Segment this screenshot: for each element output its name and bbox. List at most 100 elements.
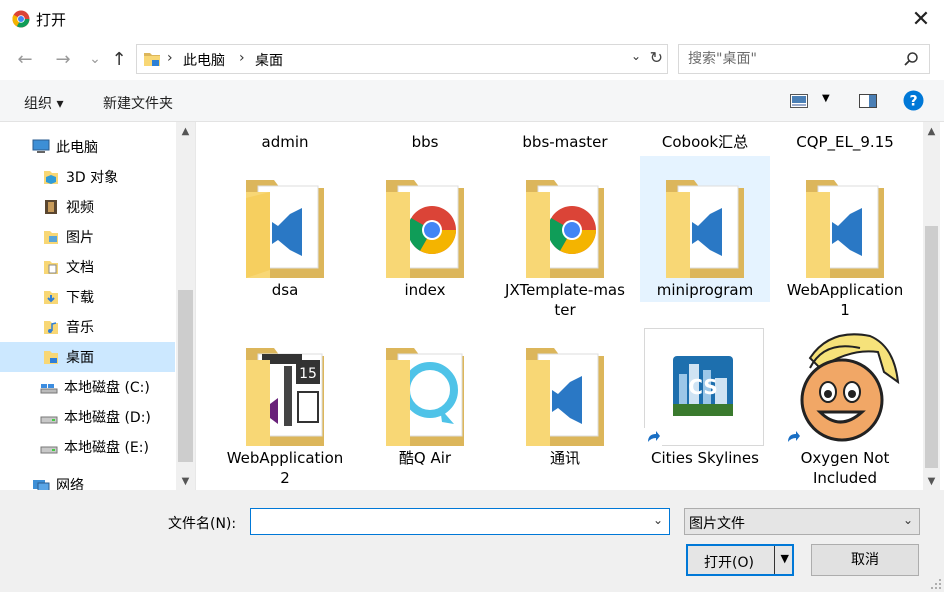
music-icon xyxy=(44,321,58,334)
sidebar-item-label: 此电脑 xyxy=(56,140,98,156)
scroll-up-icon[interactable]: ▲ xyxy=(176,122,195,140)
folder-chrome-icon xyxy=(386,180,464,278)
chevron-down-icon[interactable]: ⌄ xyxy=(653,513,663,527)
sidebar-item-label: 视频 xyxy=(66,200,94,216)
breadcrumb-separator[interactable]: › xyxy=(239,50,245,66)
sidebar-item-this-pc[interactable]: 此电脑 xyxy=(0,132,175,162)
file-list-scroll-thumb[interactable] xyxy=(925,226,938,468)
file-label: Cobook汇总 xyxy=(661,133,749,151)
filetype-value: 图片文件 xyxy=(689,516,745,532)
breadcrumb-desktop[interactable]: 桌面 xyxy=(255,50,283,70)
title-bar: 打开 ✕ xyxy=(0,0,944,38)
sidebar-item-music[interactable]: 音乐 xyxy=(0,312,175,342)
filename-combobox[interactable]: ⌄ xyxy=(250,508,670,535)
file-item[interactable]: Cobook汇总 xyxy=(640,122,770,152)
computer-icon xyxy=(32,139,50,153)
file-item[interactable]: CQP_EL_9.15 xyxy=(780,122,910,152)
view-dropdown-icon[interactable]: ▼ xyxy=(822,93,830,104)
sidebar-item-label: 本地磁盘 (E:) xyxy=(64,440,149,456)
sidebar-item-label: 图片 xyxy=(66,230,94,246)
sidebar-item-downloads[interactable]: 下载 xyxy=(0,282,175,312)
shortcut-arrow-icon xyxy=(644,428,662,446)
folder-tongxun[interactable]: 通讯 xyxy=(500,326,630,470)
file-label: index xyxy=(404,281,446,299)
preview-pane-icon[interactable] xyxy=(859,94,877,108)
sidebar-item-drive-d[interactable]: 本地磁盘 (D:) xyxy=(0,402,175,432)
folder-miniprogram[interactable]: miniprogram xyxy=(640,156,770,302)
sidebar-item-network[interactable]: 网络 xyxy=(0,470,175,490)
scroll-up-icon[interactable]: ▲ xyxy=(923,122,940,140)
sidebar-item-videos[interactable]: 视频 xyxy=(0,192,175,222)
sidebar-item-drive-c[interactable]: 本地磁盘 (C:) xyxy=(0,372,175,402)
recent-locations-icon[interactable]: ⌄ xyxy=(84,48,106,70)
filename-input[interactable] xyxy=(251,509,646,534)
sidebar-item-label: 桌面 xyxy=(66,350,94,366)
file-label: WebApplication1 xyxy=(786,281,904,319)
oxygen-not-included-icon xyxy=(800,333,900,442)
search-icon[interactable] xyxy=(903,51,919,67)
view-mode-icon[interactable] xyxy=(790,94,808,108)
forward-arrow-icon[interactable]: → xyxy=(52,48,74,70)
refresh-icon[interactable]: ↻ xyxy=(650,48,663,67)
file-item[interactable]: bbs xyxy=(360,122,490,152)
sidebar-item-3d-objects[interactable]: 3D 对象 xyxy=(0,162,175,192)
downloads-icon xyxy=(44,291,58,304)
pictures-icon xyxy=(44,231,58,244)
file-item[interactable]: admin xyxy=(220,122,350,152)
file-label: CQP_EL_9.15 xyxy=(796,133,894,151)
shortcut-oxygen-not-included[interactable]: Oxygen Not Included xyxy=(780,326,910,490)
shortcut-arrow-icon xyxy=(784,428,802,446)
file-label: Oxygen Not Included xyxy=(800,449,890,487)
open-button-label: 打开(O) xyxy=(704,555,754,571)
open-options-dropdown-icon[interactable]: ▼ xyxy=(781,552,789,565)
sidebar-scrollbar[interactable]: ▲ ▼ xyxy=(176,122,195,490)
organize-menu[interactable]: 组织 ▾ xyxy=(24,93,63,113)
sidebar-item-pictures[interactable]: 图片 xyxy=(0,222,175,252)
file-list: admin bbs bbs-master Cobook汇总 CQP_EL_9.1… xyxy=(196,122,944,490)
breadcrumb-this-pc[interactable]: 此电脑 xyxy=(183,50,225,70)
file-label: JXTemplate-master xyxy=(505,281,625,319)
folder-webapplication2[interactable]: 15 WebApplication2 xyxy=(220,326,350,490)
chevron-down-icon[interactable]: ⌄ xyxy=(631,49,641,63)
folder-dsa[interactable]: dsa xyxy=(220,158,350,302)
documents-icon xyxy=(44,261,58,274)
folder-small-icon xyxy=(144,53,160,66)
folder-vscode-icon xyxy=(666,180,744,278)
folder-vscode-icon xyxy=(526,348,604,446)
sidebar-item-label: 网络 xyxy=(56,478,84,490)
chevron-down-icon[interactable]: ⌄ xyxy=(903,513,913,527)
scroll-down-icon[interactable]: ▼ xyxy=(923,472,940,490)
sidebar-item-drive-e[interactable]: 本地磁盘 (E:) xyxy=(0,432,175,462)
folder-kuq-air[interactable]: 酷Q Air xyxy=(360,326,490,470)
open-button[interactable]: 打开(O) ▼ xyxy=(686,544,794,576)
file-list-scrollbar[interactable]: ▲ ▼ xyxy=(923,122,940,490)
file-item[interactable]: bbs-master xyxy=(500,122,630,152)
resize-grip-icon[interactable] xyxy=(930,578,942,590)
search-input[interactable] xyxy=(688,45,898,73)
address-bar[interactable]: › 此电脑 › 桌面 ⌄ ↻ xyxy=(136,44,668,74)
chrome-icon xyxy=(12,10,30,28)
filetype-select[interactable]: 图片文件 ⌄ xyxy=(684,508,920,535)
help-icon[interactable]: ? xyxy=(903,90,924,111)
cancel-button[interactable]: 取消 xyxy=(811,544,919,576)
new-folder-button[interactable]: 新建文件夹 xyxy=(103,93,173,113)
sidebar-item-label: 文档 xyxy=(66,260,94,276)
close-icon[interactable]: ✕ xyxy=(898,0,944,38)
svg-text:CS: CS xyxy=(688,375,717,399)
file-label: WebApplication2 xyxy=(226,449,344,487)
file-label: admin xyxy=(261,133,309,151)
search-box[interactable] xyxy=(678,44,930,74)
up-arrow-icon[interactable]: ↑ xyxy=(108,48,130,70)
sidebar-item-desktop[interactable]: 桌面 xyxy=(0,342,175,372)
file-label: 通讯 xyxy=(549,449,580,467)
breadcrumb-separator[interactable]: › xyxy=(167,50,173,66)
drive-c-icon xyxy=(40,384,58,394)
sidebar-item-documents[interactable]: 文档 xyxy=(0,252,175,282)
scroll-down-icon[interactable]: ▼ xyxy=(176,472,195,490)
shortcut-cities-skylines[interactable]: CS Cities Skylines xyxy=(640,326,770,470)
back-arrow-icon[interactable]: ← xyxy=(14,48,36,70)
sidebar-scroll-thumb[interactable] xyxy=(178,290,193,462)
folder-jxtemplate[interactable]: JXTemplate-master xyxy=(500,158,630,322)
folder-index[interactable]: index xyxy=(360,158,490,302)
folder-webapplication1[interactable]: WebApplication1 xyxy=(780,158,910,322)
